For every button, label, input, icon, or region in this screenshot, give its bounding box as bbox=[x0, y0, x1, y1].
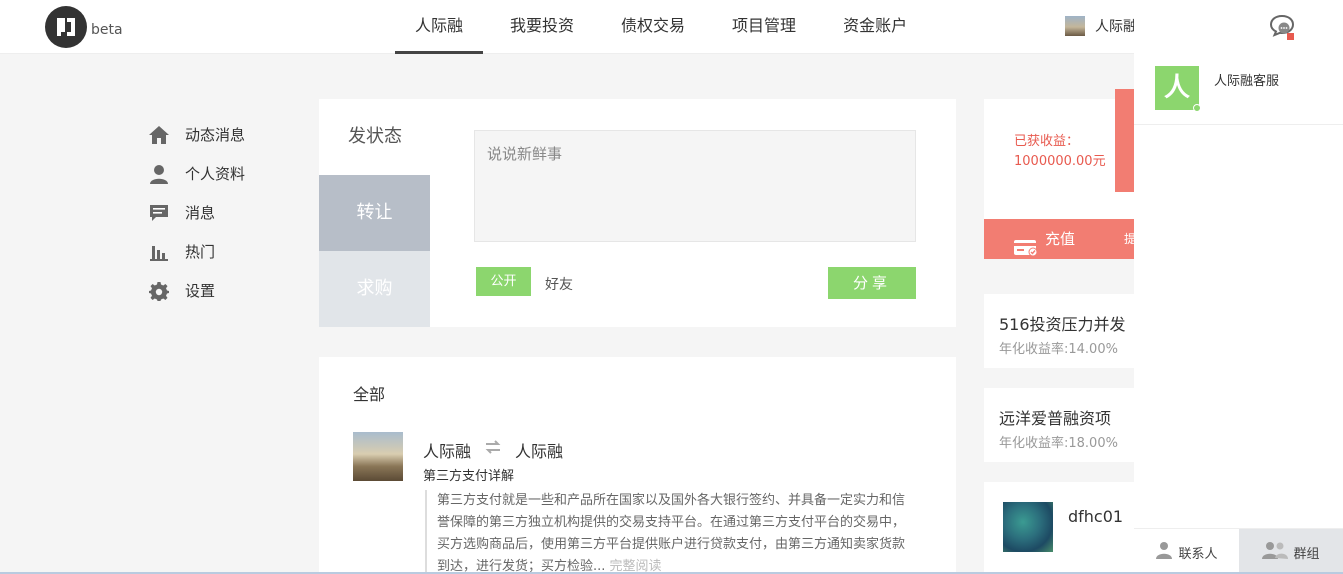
contacts-button[interactable]: 联系人 bbox=[1134, 529, 1239, 574]
feed-body: 第三方支付就是一些和产品所在国家以及国外各大银行签约、并具备一定实力和信誉保障的… bbox=[425, 490, 915, 574]
recharge-button[interactable]: 充值 提 bbox=[984, 219, 1136, 259]
tab-status[interactable]: 发状态 bbox=[319, 99, 430, 175]
message-icon bbox=[148, 202, 170, 224]
nav-project-management[interactable]: 项目管理 bbox=[712, 0, 816, 54]
feed-repost-user[interactable]: 人际融 bbox=[515, 438, 563, 462]
project-name: 516投资压力并发 bbox=[999, 315, 1126, 334]
post-tabs: 发状态 转让 求购 bbox=[319, 99, 430, 327]
card-icon bbox=[1014, 231, 1038, 271]
tab-purchase[interactable]: 求购 bbox=[319, 251, 430, 327]
feed-user[interactable]: 人际融 bbox=[423, 438, 471, 462]
sidebar-item-messages[interactable]: 消息 bbox=[148, 193, 245, 232]
post-composer: 发状态 转让 求购 公开 好友 分享 bbox=[319, 99, 956, 327]
groups-button[interactable]: 群组 bbox=[1239, 529, 1343, 574]
avatar bbox=[1065, 16, 1085, 36]
repost-icon bbox=[484, 439, 502, 459]
public-button[interactable]: 公开 bbox=[476, 267, 531, 296]
nav-invest[interactable]: 我要投资 bbox=[490, 0, 594, 54]
earnings-card: 已获收益： 1000000.00元 充值 提 bbox=[984, 89, 1136, 259]
sidebar-item-feed[interactable]: 动态消息 bbox=[148, 115, 245, 154]
recharge-label: 充值 bbox=[1045, 230, 1076, 248]
nav-home[interactable]: 人际融 bbox=[395, 0, 484, 54]
earnings-amount: 1000000.00元 bbox=[1014, 154, 1106, 169]
person-icon bbox=[148, 163, 170, 185]
project-rate: 年化收益率:14.00% bbox=[999, 342, 1118, 357]
sidebar-item-settings[interactable]: 设置 bbox=[148, 271, 245, 310]
chat-footer: 联系人 群组 bbox=[1134, 528, 1343, 574]
notification-badge bbox=[1287, 33, 1294, 40]
avatar bbox=[1003, 502, 1053, 552]
tab-transfer[interactable]: 转让 bbox=[319, 175, 430, 251]
main-nav: 人际融 我要投资 债权交易 项目管理 资金账户 bbox=[395, 0, 927, 54]
feed-title: 全部 bbox=[353, 385, 386, 404]
sidebar: 动态消息 个人资料 消息 热门 设置 bbox=[148, 115, 245, 310]
gear-icon bbox=[148, 280, 170, 302]
beta-label: beta bbox=[91, 22, 123, 38]
feed-body-text: 第三方支付就是一些和产品所在国家以及国外各大银行签约、并具备一定实力和信誉保障的… bbox=[437, 493, 906, 574]
home-icon bbox=[148, 124, 170, 146]
chat-contact-name: 人际融客服 bbox=[1214, 74, 1280, 89]
project-rate: 年化收益率:18.00% bbox=[999, 436, 1118, 451]
project-name: 远洋爱普融资项 bbox=[999, 409, 1112, 428]
sidebar-item-hot[interactable]: 热门 bbox=[148, 232, 245, 271]
friends-button[interactable]: 好友 bbox=[545, 274, 573, 294]
share-button[interactable]: 分享 bbox=[828, 267, 916, 299]
chat-contact-item[interactable]: 人 人际融客服 bbox=[1134, 54, 1343, 125]
sidebar-item-profile[interactable]: 个人资料 bbox=[148, 154, 245, 193]
sidebar-item-label: 动态消息 bbox=[185, 126, 246, 144]
member-card[interactable]: dfhc01 bbox=[984, 482, 1134, 574]
feed-subtitle: 第三方支付详解 bbox=[423, 469, 515, 484]
bar-chart-icon bbox=[148, 241, 170, 263]
sidebar-item-label: 消息 bbox=[185, 204, 216, 222]
avatar[interactable] bbox=[353, 432, 403, 481]
nav-fund-account[interactable]: 资金账户 bbox=[823, 0, 927, 54]
earnings-label: 已获收益： 1000000.00元 bbox=[1014, 132, 1106, 172]
earnings-title: 已获收益： bbox=[1014, 134, 1080, 149]
chat-panel: 人 人际融客服 联系人 群组 bbox=[1134, 0, 1343, 574]
contacts-label: 联系人 bbox=[1178, 546, 1218, 562]
member-name: dfhc01 bbox=[1068, 507, 1124, 526]
user-name: 人际融 bbox=[1095, 19, 1135, 35]
user-menu[interactable]: 人际融 bbox=[1065, 16, 1135, 36]
groups-label: 群组 bbox=[1293, 546, 1320, 562]
project-card[interactable]: 远洋爱普融资项 年化收益率:18.00% bbox=[984, 388, 1134, 462]
contact-icon bbox=[1155, 541, 1173, 563]
avatar: 人 bbox=[1155, 66, 1199, 110]
earnings-bar bbox=[1115, 89, 1134, 192]
feed-panel: 全部 人际融 人际融 第三方支付详解 第三方支付就是一些和产品所在国家以及国外各… bbox=[319, 357, 956, 574]
status-input[interactable] bbox=[474, 130, 916, 242]
project-card[interactable]: 516投资压力并发 年化收益率:14.00% bbox=[984, 294, 1134, 368]
logo-icon[interactable] bbox=[45, 6, 87, 48]
sidebar-item-label: 设置 bbox=[185, 282, 216, 300]
sidebar-item-label: 个人资料 bbox=[185, 165, 246, 183]
online-status-icon bbox=[1193, 104, 1201, 112]
nav-debt-trade[interactable]: 债权交易 bbox=[601, 0, 705, 54]
sidebar-item-label: 热门 bbox=[185, 243, 216, 261]
group-icon bbox=[1262, 541, 1289, 563]
